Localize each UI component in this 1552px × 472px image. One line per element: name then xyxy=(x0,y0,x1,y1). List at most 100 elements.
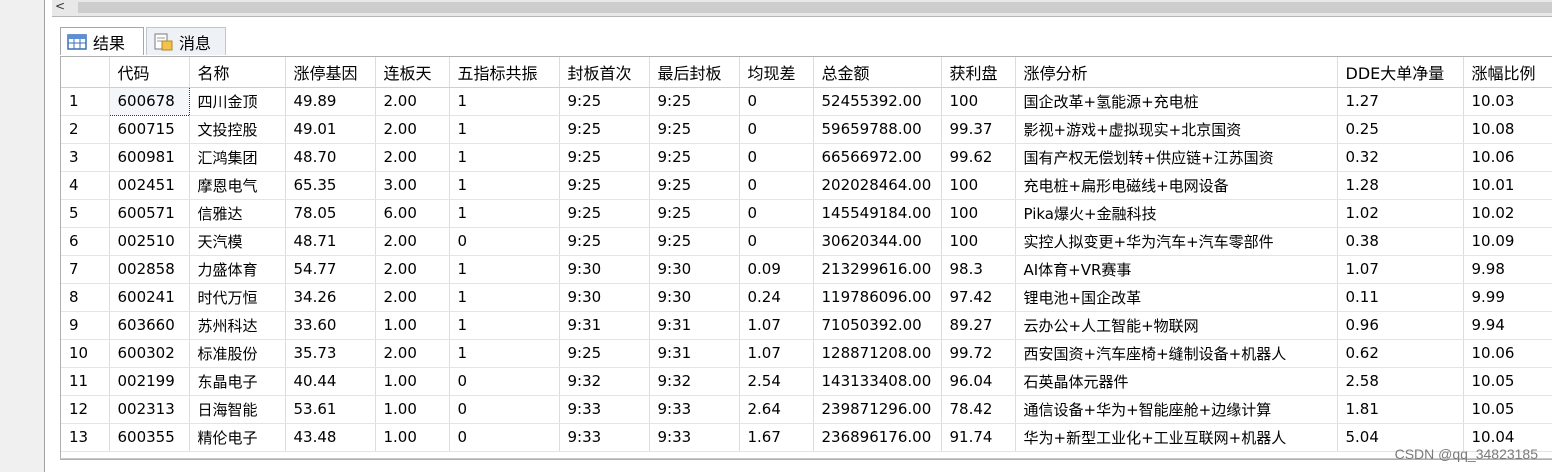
table-cell[interactable]: 89.27 xyxy=(941,311,1016,340)
table-cell[interactable]: 65.35 xyxy=(285,171,376,200)
table-cell[interactable]: 日海智能 xyxy=(189,395,286,424)
table-cell[interactable]: 9.94 xyxy=(1463,311,1552,340)
table-cell[interactable]: 145549184.00 xyxy=(813,199,942,228)
table-cell[interactable]: 600715 xyxy=(109,115,190,144)
horizontal-scrollbar[interactable]: < xyxy=(52,0,1552,17)
table-cell[interactable]: 1.81 xyxy=(1337,395,1464,424)
table-cell[interactable]: 0.24 xyxy=(739,283,814,312)
table-cell[interactable]: 标准股份 xyxy=(189,339,286,368)
column-header[interactable]: 代码 xyxy=(109,57,190,88)
row-number[interactable]: 3 xyxy=(61,143,110,172)
column-header[interactable]: 获利盘 xyxy=(941,57,1016,88)
table-cell[interactable]: 1.02 xyxy=(1337,199,1464,228)
table-cell[interactable]: 1.00 xyxy=(375,423,450,452)
table-cell[interactable]: 002199 xyxy=(109,367,190,396)
table-row[interactable]: 4 002451 摩恩电气 65.35 3.00 1 9:25 9:25 0 202028464.… xyxy=(61,171,1552,200)
table-cell[interactable]: 9:30 xyxy=(649,255,740,284)
table-cell[interactable]: 0.38 xyxy=(1337,227,1464,256)
table-cell[interactable]: 9:32 xyxy=(559,367,650,396)
table-cell[interactable]: 华为+新型工业化+工业互联网+机器人 xyxy=(1015,423,1338,452)
table-row[interactable]: 1 600678 四川金顶 49.89 2.00 1 9:25 9:25 0 52455392.0… xyxy=(61,86,1552,116)
table-cell[interactable]: 1.00 xyxy=(375,311,450,340)
table-cell[interactable]: AI体育+VR赛事 xyxy=(1015,255,1338,284)
table-row[interactable]: 8 600241 时代万恒 34.26 2.00 1 9:30 9:30 0.24 1197860… xyxy=(61,283,1552,312)
table-cell[interactable]: 9.99 xyxy=(1463,283,1552,312)
table-row[interactable]: 13 600355 精伦电子 43.48 1.00 0 9:33 9:33 1.67 236896… xyxy=(61,423,1552,452)
table-cell[interactable]: 34.26 xyxy=(285,283,376,312)
table-cell[interactable]: 东晶电子 xyxy=(189,367,286,396)
table-cell[interactable]: 0 xyxy=(449,367,560,396)
table-cell[interactable]: 96.04 xyxy=(941,367,1016,396)
table-cell[interactable]: 10.05 xyxy=(1463,395,1552,424)
table-cell[interactable]: 0 xyxy=(739,87,814,116)
table-cell[interactable]: 云办公+人工智能+物联网 xyxy=(1015,311,1338,340)
table-cell[interactable]: 100 xyxy=(941,87,1016,116)
table-cell[interactable]: 6.00 xyxy=(375,199,450,228)
table-cell[interactable]: 53.61 xyxy=(285,395,376,424)
table-cell[interactable]: 摩恩电气 xyxy=(189,171,286,200)
column-header[interactable]: 涨幅比例 xyxy=(1463,57,1552,88)
table-row[interactable]: 10 600302 标准股份 35.73 2.00 1 9:25 9:31 1.07 128871… xyxy=(61,339,1552,368)
table-cell[interactable]: 0 xyxy=(739,115,814,144)
table-cell[interactable]: 100 xyxy=(941,227,1016,256)
table-cell[interactable]: 0 xyxy=(739,171,814,200)
row-number[interactable]: 4 xyxy=(61,171,110,200)
table-cell[interactable]: 128871208.00 xyxy=(813,339,942,368)
table-cell[interactable]: 9:30 xyxy=(559,255,650,284)
table-cell[interactable]: 充电桩+扁形电磁线+电网设备 xyxy=(1015,171,1338,200)
table-cell[interactable]: 10.02 xyxy=(1463,199,1552,228)
row-number[interactable]: 7 xyxy=(61,255,110,284)
table-cell[interactable]: 2.00 xyxy=(375,143,450,172)
table-cell[interactable]: 10.06 xyxy=(1463,143,1552,172)
column-header[interactable]: 五指标共振 xyxy=(449,57,560,88)
table-cell[interactable]: 1 xyxy=(449,115,560,144)
table-cell[interactable]: 10.03 xyxy=(1463,87,1552,116)
table-cell[interactable]: 99.72 xyxy=(941,339,1016,368)
table-cell[interactable]: 0 xyxy=(449,227,560,256)
table-row[interactable]: 3 600981 汇鸿集团 48.70 2.00 1 9:25 9:25 0 66566972.0… xyxy=(61,143,1552,172)
table-cell[interactable]: 1.28 xyxy=(1337,171,1464,200)
table-cell[interactable]: 9:31 xyxy=(559,311,650,340)
table-cell[interactable]: 30620344.00 xyxy=(813,227,942,256)
table-cell[interactable]: 9:25 xyxy=(559,143,650,172)
table-cell[interactable]: 9:25 xyxy=(649,143,740,172)
table-cell[interactable]: 52455392.00 xyxy=(813,87,942,116)
table-cell[interactable]: 40.44 xyxy=(285,367,376,396)
table-cell[interactable]: 9:33 xyxy=(559,395,650,424)
table-cell[interactable]: 9:33 xyxy=(649,423,740,452)
column-header[interactable]: 最后封板 xyxy=(649,57,740,88)
table-cell[interactable]: 600981 xyxy=(109,143,190,172)
table-cell[interactable]: 9:31 xyxy=(649,339,740,368)
table-cell[interactable]: 3.00 xyxy=(375,171,450,200)
table-cell[interactable]: 1.07 xyxy=(1337,255,1464,284)
table-cell[interactable]: 236896176.00 xyxy=(813,423,942,452)
table-cell[interactable]: 时代万恒 xyxy=(189,283,286,312)
table-cell[interactable]: 1.00 xyxy=(375,395,450,424)
table-cell[interactable]: 1 xyxy=(449,283,560,312)
row-number[interactable]: 11 xyxy=(61,367,110,396)
table-cell[interactable]: 0 xyxy=(739,199,814,228)
table-cell[interactable]: 35.73 xyxy=(285,339,376,368)
table-cell[interactable]: 71050392.00 xyxy=(813,311,942,340)
table-cell[interactable]: 91.74 xyxy=(941,423,1016,452)
table-cell[interactable]: 600571 xyxy=(109,199,190,228)
table-cell[interactable]: 9:25 xyxy=(649,115,740,144)
table-cell[interactable]: 78.05 xyxy=(285,199,376,228)
table-cell[interactable]: 002313 xyxy=(109,395,190,424)
row-number[interactable]: 9 xyxy=(61,311,110,340)
table-cell[interactable]: 0 xyxy=(449,423,560,452)
table-cell[interactable]: 54.77 xyxy=(285,255,376,284)
table-cell[interactable]: 1 xyxy=(449,87,560,116)
scroll-left-arrow[interactable]: < xyxy=(55,0,75,14)
table-cell[interactable]: 100 xyxy=(941,199,1016,228)
table-cell[interactable]: 002510 xyxy=(109,227,190,256)
table-cell[interactable]: 0 xyxy=(449,395,560,424)
table-row[interactable]: 6 002510 天汽模 48.71 2.00 0 9:25 9:25 0 30620344.00… xyxy=(61,227,1552,256)
table-cell[interactable]: 信雅达 xyxy=(189,199,286,228)
table-cell[interactable]: 202028464.00 xyxy=(813,171,942,200)
scrollbar-thumb[interactable] xyxy=(78,2,1552,13)
table-cell[interactable]: 苏州科达 xyxy=(189,311,286,340)
table-cell[interactable]: 9:25 xyxy=(559,115,650,144)
column-header[interactable]: 总金额 xyxy=(813,57,942,88)
row-number[interactable]: 5 xyxy=(61,199,110,228)
